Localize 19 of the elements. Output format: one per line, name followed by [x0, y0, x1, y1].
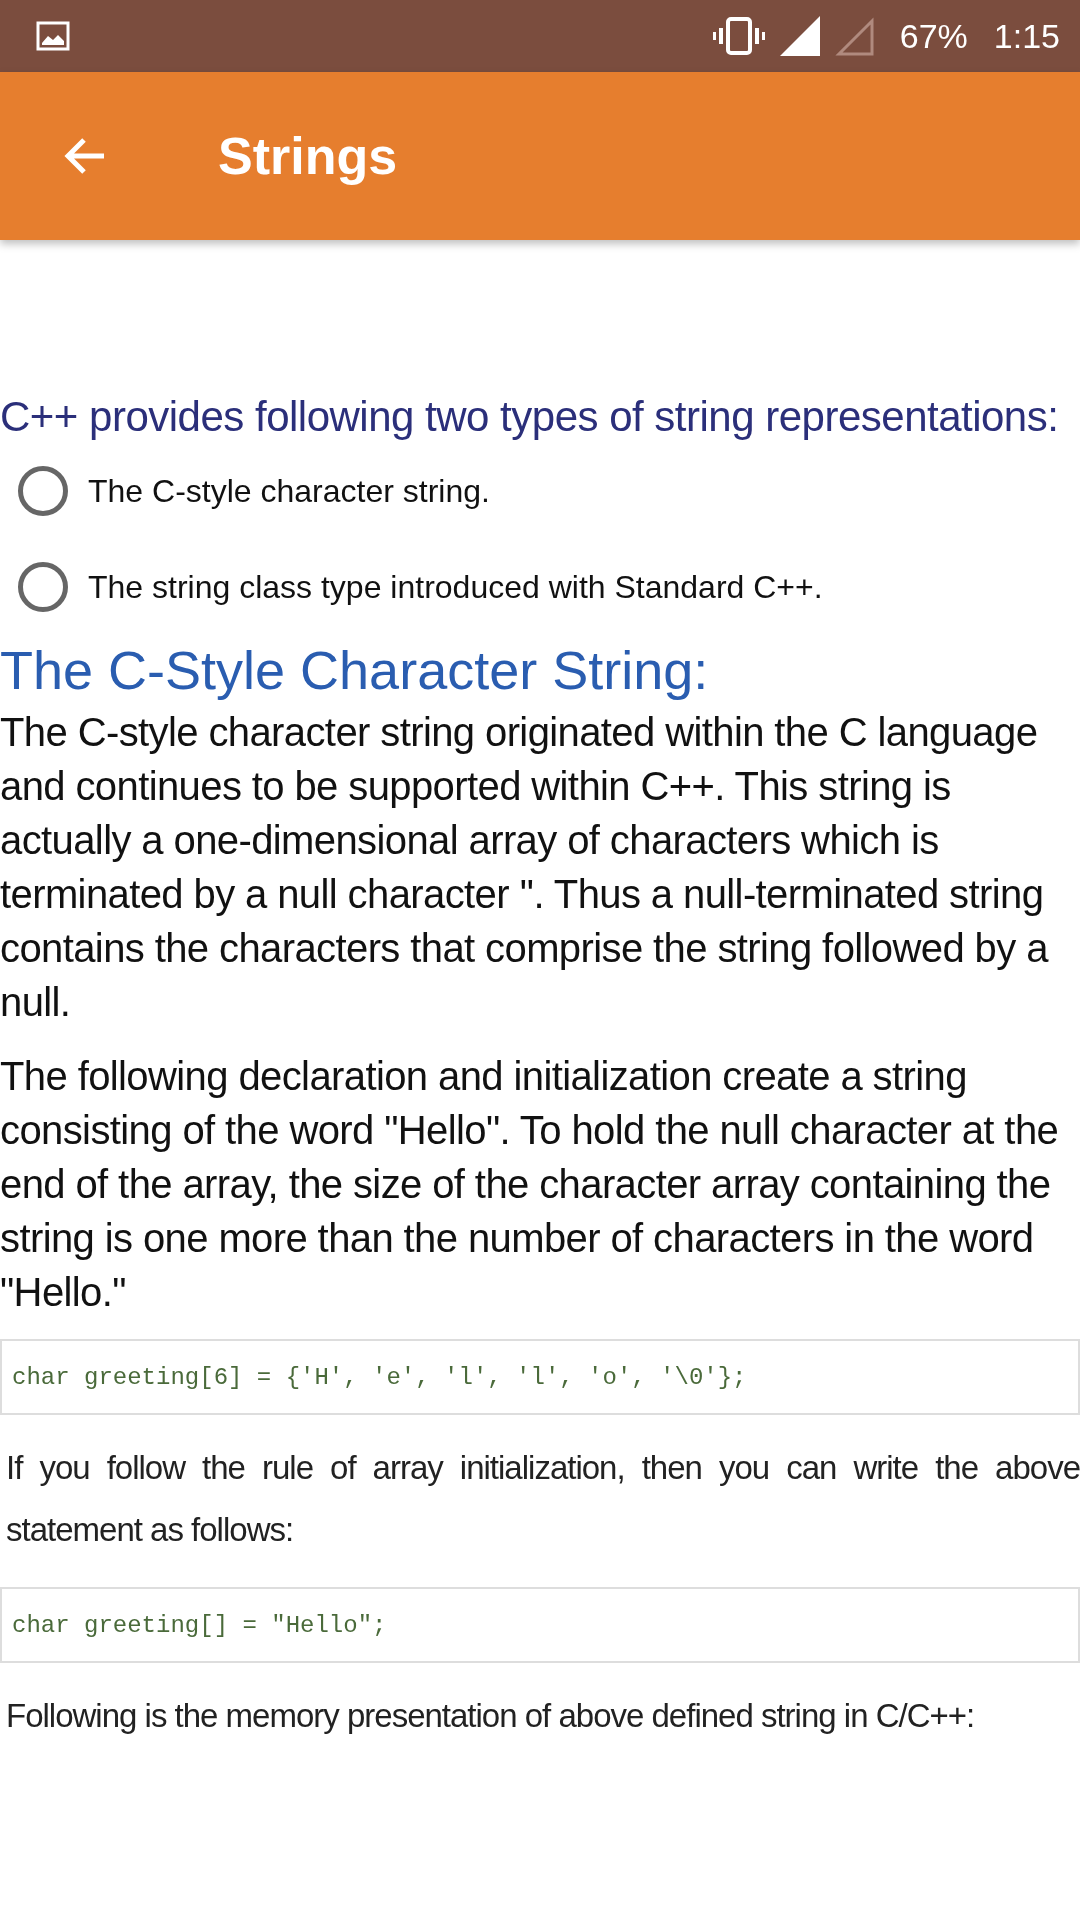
clock-time: 1:15: [993, 16, 1060, 56]
signal-icon: [779, 16, 820, 56]
code-block: char greeting[] = "Hello";: [0, 1587, 1080, 1663]
paragraph: Following is the memory presentation of above defined string in C/C++:: [5, 1696, 976, 1736]
battery-percent: 67%: [899, 16, 968, 56]
code-block: char greeting[6] = {'H', 'e', 'l', 'l', 'o', '\0'};: [0, 1339, 1080, 1415]
image-icon: [36, 21, 70, 51]
paragraph: The following declaration and initialization create a string consisting of the word "Hello". To hold the null character at the end of the array, the size of the character array containing the string is one more than the number of characters in the word "Hello.": [0, 1053, 1060, 1316]
signal-empty-icon: [833, 16, 874, 56]
screen-title: Strings: [218, 126, 398, 186]
section-heading: The C-Style Character String:: [0, 639, 710, 702]
paragraph: If you follow the rule of array initialization, then you can write the above statement as follows:: [5, 1448, 1080, 1550]
intro-text: C++ provides following two types of string representations:: [0, 392, 1060, 442]
option-label: The string class type introduced with Standard C++.: [88, 568, 823, 606]
radio-button[interactable]: [18, 562, 68, 612]
radio-button[interactable]: [18, 466, 68, 516]
option-label: The C-style character string.: [88, 472, 490, 510]
vibrate-icon: [711, 16, 766, 56]
paragraph: The C-style character string originated within the C language and continues to be supported within C++. This string is actually a one-dimensional array of characters which is terminated by a null character ''. Thus a null-terminated string contains the characters that comprise the string followed by a null.: [0, 709, 1050, 1026]
